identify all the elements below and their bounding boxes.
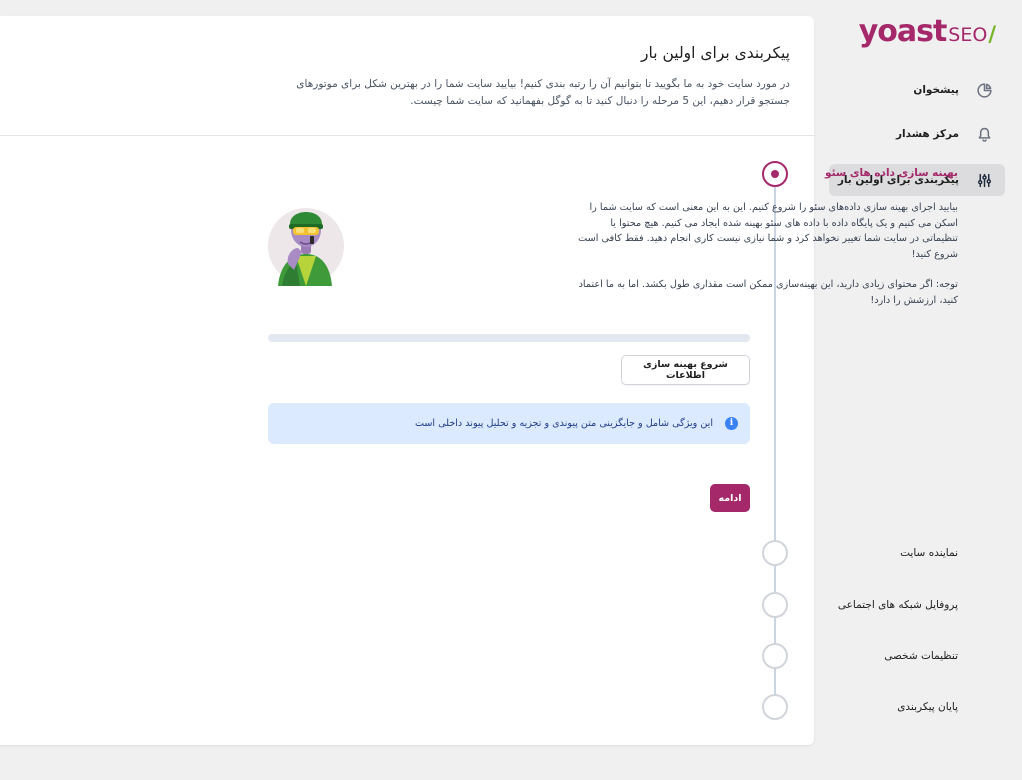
sidebar-item-alert-center[interactable]: مرکز هشدار: [829, 118, 1005, 150]
yoast-seo-logo[interactable]: yoast SEO/: [859, 14, 996, 54]
sidebar-item-dashboard[interactable]: پیشخوان: [829, 74, 1005, 106]
step-dot: [771, 170, 779, 178]
logo-word: yoast: [858, 14, 948, 49]
info-alert: i این ویژگی شامل و جایگزینی متن پیوندی و…: [268, 403, 750, 444]
card-header: پیکربندی برای اولین بار در مورد سایت خود…: [0, 16, 814, 136]
step-title-social-profiles[interactable]: پروفایل شبکه های اجتماعی: [838, 599, 958, 611]
continue-button[interactable]: ادامه: [710, 484, 750, 512]
step-indicator: [762, 643, 788, 669]
character-illustration: [266, 200, 346, 288]
step-indicator-active: [762, 161, 788, 187]
page-description: در مورد سایت خود به ما بگویید تا بتوانیم…: [296, 78, 790, 107]
step-title-seo-data-optimization[interactable]: بهینه سازی داده های سئو: [825, 167, 958, 179]
step-title-finish-configuration[interactable]: پایان پیکربندی: [897, 701, 958, 713]
sliders-icon: [975, 171, 993, 189]
dashboard-pie-icon: [975, 81, 993, 99]
info-icon: i: [725, 417, 738, 430]
optimization-progress-bar: [268, 334, 750, 342]
sidebar-item-label: پیشخوان: [913, 84, 959, 96]
logo-slash: /: [988, 22, 996, 46]
bell-icon: [975, 125, 993, 143]
step-indicator: [762, 540, 788, 566]
page-title: پیکربندی برای اولین بار: [641, 44, 790, 62]
info-text: این ویژگی شامل و جایگزینی متن پیوندی و ت…: [414, 418, 713, 429]
step-title-personal-preferences[interactable]: تنظیمات شخصی: [884, 650, 958, 662]
sidebar-item-label: مرکز هشدار: [896, 128, 959, 140]
sidebar: yoast SEO/ پیشخوان مرکز هشدار پیکربندی ب…: [828, 0, 1022, 780]
step-indicator: [762, 694, 788, 720]
logo-seo: SEO: [948, 24, 988, 46]
step-note: توجه: اگر محتوای زیادی دارید، این بهینه‌…: [578, 279, 958, 306]
step-description: بیایید اجرای بهینه سازی داده‌های سئو را …: [576, 200, 958, 308]
step-title-site-representation[interactable]: نماینده سایت: [900, 547, 958, 559]
step-indicator: [762, 592, 788, 618]
step-paragraph: بیایید اجرای بهینه سازی داده‌های سئو را …: [578, 202, 958, 260]
start-optimization-button[interactable]: شروع بهینه سازی اطلاعات: [621, 355, 750, 385]
